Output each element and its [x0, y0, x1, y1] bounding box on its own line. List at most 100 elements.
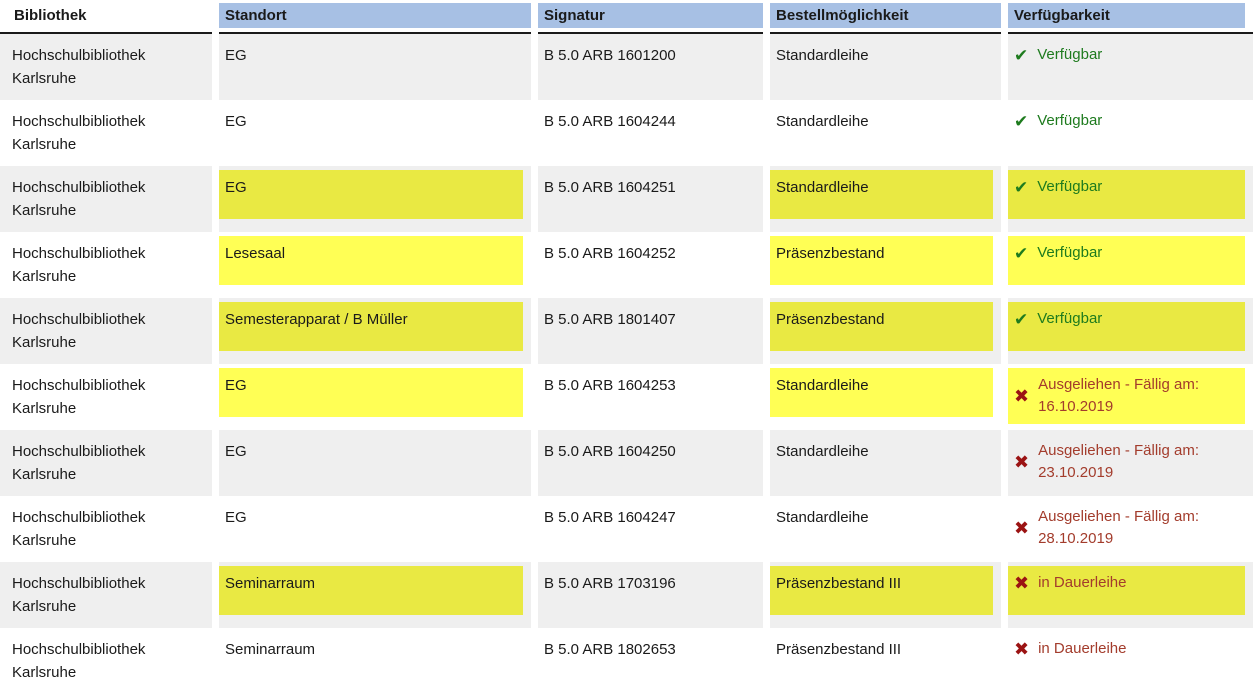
order-option-cell: Standardleihe [770, 166, 1001, 232]
order-option-value: Standardleihe [770, 368, 993, 417]
availability-row: ✔Verfügbar [1014, 308, 1239, 330]
location-cell: Semesterapparat / B Müller [219, 298, 531, 364]
signature-column-label: Signatur [538, 3, 763, 28]
library-cell: Hochschulbibliothek Karlsru­he [0, 232, 212, 298]
signature-column-header: Signatur [538, 0, 763, 34]
table-row: Hochschulbibliothek Karlsru­heEGB 5.0 AR… [0, 34, 1253, 100]
availability-table: Bibliothek Standort Signatur Bestellmögl… [0, 0, 1253, 694]
signature-value: B 5.0 ARB 1604251 [538, 170, 755, 219]
availability-cell: ✔Verfügbar [1008, 232, 1253, 298]
location-value: EG [219, 368, 523, 417]
order-option-value: Standardleihe [770, 38, 993, 87]
location-value: EG [219, 434, 523, 483]
location-cell: Seminarraum [219, 562, 531, 628]
library-column-header: Bibliothek [0, 0, 212, 34]
signature-cell: B 5.0 ARB 1601200 [538, 34, 763, 100]
location-value: EG [219, 500, 523, 549]
order-option-value: Präsenzbestand [770, 236, 993, 285]
unavailable-cross-icon: ✖ [1014, 574, 1029, 592]
location-value: Seminarraum [219, 566, 523, 615]
signature-value: B 5.0 ARB 1604252 [538, 236, 755, 285]
availability-cell: ✖Ausgeliehen - Fällig am: 23.10.2019 [1008, 430, 1253, 496]
signature-cell: B 5.0 ARB 1604244 [538, 100, 763, 166]
library-cell: Hochschulbibliothek Karlsru­he [0, 496, 212, 562]
availability-content: ✖Ausgeliehen - Fällig am: 23.10.2019 [1008, 434, 1245, 490]
availability-cell: ✔ Verfügbar [1008, 100, 1253, 166]
library-cell: Hochschulbibliothek Karlsru­he [0, 298, 212, 364]
signature-value: B 5.0 ARB 1604247 [538, 500, 755, 549]
availability-column-header: Verfügbarkeit [1008, 0, 1253, 34]
library-name: Hochschulbibliothek Karlsru­he [0, 38, 205, 96]
availability-content: ✔Verfügbar [1008, 302, 1245, 351]
order-option-value: Präsenzbestand III [770, 566, 993, 615]
availability-row: ✖ in Dauerleihe [1014, 572, 1239, 594]
table-row: Hochschulbibliothek Karlsru­he Lesesaal B … [0, 232, 1253, 298]
location-cell: Seminarraum [219, 628, 531, 694]
availability-text: Verfügbar [1037, 308, 1102, 330]
library-cell: Hochschulbibliothek Karlsru­he [0, 562, 212, 628]
availability-row: ✖Ausgeliehen - Fällig am: 23.10.2019 [1014, 440, 1239, 484]
library-cell: Hochschulbibliothek Karlsru­he [0, 34, 212, 100]
order-option-cell: Standardleihe [770, 496, 1001, 562]
location-cell: EG [219, 496, 531, 562]
availability-row: ✔Verfügbar [1014, 44, 1239, 66]
location-cell: EG [219, 100, 531, 166]
availability-row: ✖Ausgeliehen - Fällig am: 16.10.2019 [1014, 374, 1239, 418]
library-name: Hochschulbibliothek Karlsru­he [0, 104, 205, 162]
availability-row: ✖in Dauerleihe [1014, 638, 1239, 660]
order-option-cell: Präsenzbestand [770, 232, 1001, 298]
order-option-cell: Standardleihe [770, 34, 1001, 100]
order-option-value: Standardleihe [770, 170, 993, 219]
availability-cell: ✔Verfügbar [1008, 34, 1253, 100]
library-name: Hochschulbibliothek Karlsru­he [0, 236, 205, 294]
signature-cell: B 5.0 ARB 1604252 [538, 232, 763, 298]
availability-content: ✔Verfügbar [1008, 236, 1245, 285]
signature-cell: B 5.0 ARB 1604253 [538, 364, 763, 430]
order-option-column-header: Bestellmöglichkeit [770, 0, 1001, 34]
table-row: Hochschulbibliothek Karlsru­heEG B 5.0 AR… [0, 166, 1253, 232]
unavailable-cross-icon: ✖ [1014, 387, 1029, 405]
table-row: Hochschulbibliothek Karlsru­heEG B 5.0 AR… [0, 364, 1253, 430]
location-value: EG [219, 170, 523, 219]
availability-text: in Dauerleihe [1038, 638, 1126, 660]
signature-value: B 5.0 ARB 1801407 [538, 302, 755, 351]
availability-content: ✔Verfügbar [1008, 170, 1245, 219]
library-cell: Hochschulbibliothek Karlsru­he [0, 166, 212, 232]
signature-cell: B 5.0 ARB 1703196 [538, 562, 763, 628]
signature-value: B 5.0 ARB 1601200 [538, 38, 755, 87]
signature-value: B 5.0 ARB 1604244 [538, 104, 755, 153]
table-row: Hochschulbibliothek Karlsru­he Semesterap… [0, 298, 1253, 364]
order-option-value: Standardleihe [770, 434, 993, 483]
location-column-header: Standort [219, 0, 531, 34]
availability-content: ✖Ausgeliehen - Fällig am: 16.10.2019 [1008, 368, 1245, 424]
location-value: Lesesaal [219, 236, 523, 285]
location-value: Semesterapparat / B Müller [219, 302, 523, 351]
location-value: Seminarraum [219, 632, 523, 681]
availability-row: ✔Verfügbar [1014, 242, 1239, 264]
availability-cell: ✖Ausgeliehen - Fällig am: 16.10.2019 [1008, 364, 1253, 430]
table-row: Hochschulbibliothek Karlsru­he Seminarrau… [0, 628, 1253, 694]
order-option-cell: Standardleihe [770, 100, 1001, 166]
table-row: Hochschulbibliothek Karlsru­he EG B 5.0 AR… [0, 430, 1253, 496]
signature-value: B 5.0 ARB 1703196 [538, 566, 755, 615]
library-column-label: Bibliothek [0, 3, 212, 28]
location-cell: EG [219, 166, 531, 232]
availability-text: Verfügbar [1037, 110, 1102, 132]
signature-cell: B 5.0 ARB 1604250 [538, 430, 763, 496]
library-cell: Hochschulbibliothek Karlsru­he [0, 628, 212, 694]
library-name: Hochschulbibliothek Karlsru­he [0, 434, 205, 492]
signature-value: B 5.0 ARB 1604250 [538, 434, 755, 483]
library-name: Hochschulbibliothek Karlsru­he [0, 302, 205, 360]
location-value: EG [219, 104, 523, 153]
library-cell: Hochschulbibliothek Karlsru­he [0, 364, 212, 430]
library-name: Hochschulbibliothek Karlsru­he [0, 632, 205, 690]
availability-cell: ✖ in Dauerleihe [1008, 562, 1253, 628]
availability-text: in Dauerleihe [1038, 572, 1126, 594]
location-column-label: Standort [219, 3, 531, 28]
available-check-icon: ✔ [1014, 113, 1028, 130]
availability-content: ✖ in Dauerleihe [1008, 566, 1245, 615]
available-check-icon: ✔ [1014, 47, 1028, 64]
availability-content: ✔ Verfügbar [1008, 104, 1245, 153]
signature-cell: B 5.0 ARB 1604251 [538, 166, 763, 232]
signature-value: B 5.0 ARB 1604253 [538, 368, 755, 417]
